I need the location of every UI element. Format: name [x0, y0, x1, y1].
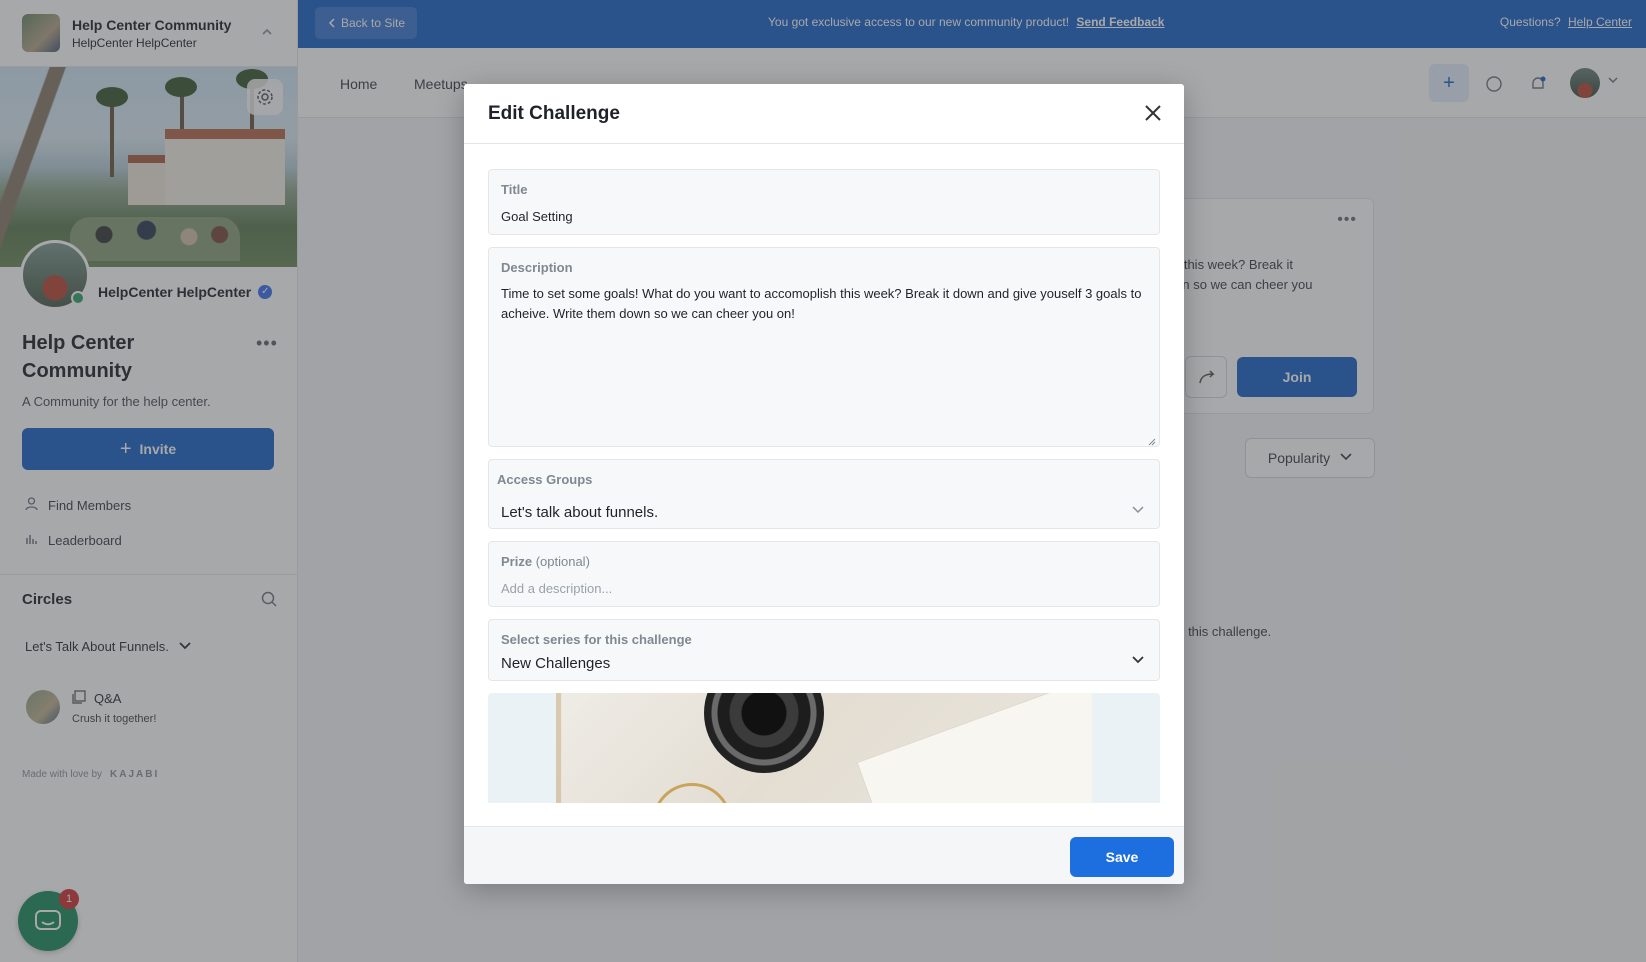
challenge-image-area[interactable]	[488, 693, 1160, 803]
modal-header: Edit Challenge	[464, 84, 1184, 144]
prize-label-text: Prize	[501, 554, 533, 569]
access-groups-select[interactable]: Access Groups Let's talk about funnels.	[488, 459, 1160, 529]
title-input[interactable]: Goal Setting	[501, 209, 573, 224]
prize-label: Prize (optional)	[501, 554, 590, 569]
description-label: Description	[501, 260, 573, 275]
chevron-down-icon	[1131, 502, 1145, 516]
prize-optional-text: (optional)	[535, 554, 590, 569]
resize-handle-icon[interactable]	[1146, 433, 1156, 446]
description-field[interactable]: Description Time to set some goals! What…	[488, 247, 1160, 447]
series-select[interactable]: Select series for this challenge New Cha…	[488, 619, 1160, 681]
modal-body: Title Goal Setting Description Time to s…	[464, 145, 1184, 803]
prize-field[interactable]: Prize (optional) Add a description...	[488, 541, 1160, 607]
series-value: New Challenges	[501, 655, 611, 672]
access-groups-value: Let's talk about funnels.	[501, 504, 659, 521]
edit-challenge-modal: Edit Challenge Title Goal Setting Descri…	[464, 84, 1184, 884]
description-textarea[interactable]: Time to set some goals! What do you want…	[501, 284, 1149, 324]
challenge-image	[556, 693, 1092, 803]
access-groups-label: Access Groups	[497, 472, 593, 487]
save-button[interactable]: Save	[1070, 837, 1174, 877]
modal-title: Edit Challenge	[488, 103, 620, 124]
close-icon[interactable]	[1140, 100, 1166, 126]
chevron-down-icon	[1131, 653, 1145, 667]
title-label: Title	[501, 182, 528, 197]
series-label: Select series for this challenge	[501, 632, 692, 647]
title-field[interactable]: Title Goal Setting	[488, 169, 1160, 235]
modal-footer: Save	[464, 826, 1184, 884]
prize-input[interactable]: Add a description...	[501, 581, 612, 596]
